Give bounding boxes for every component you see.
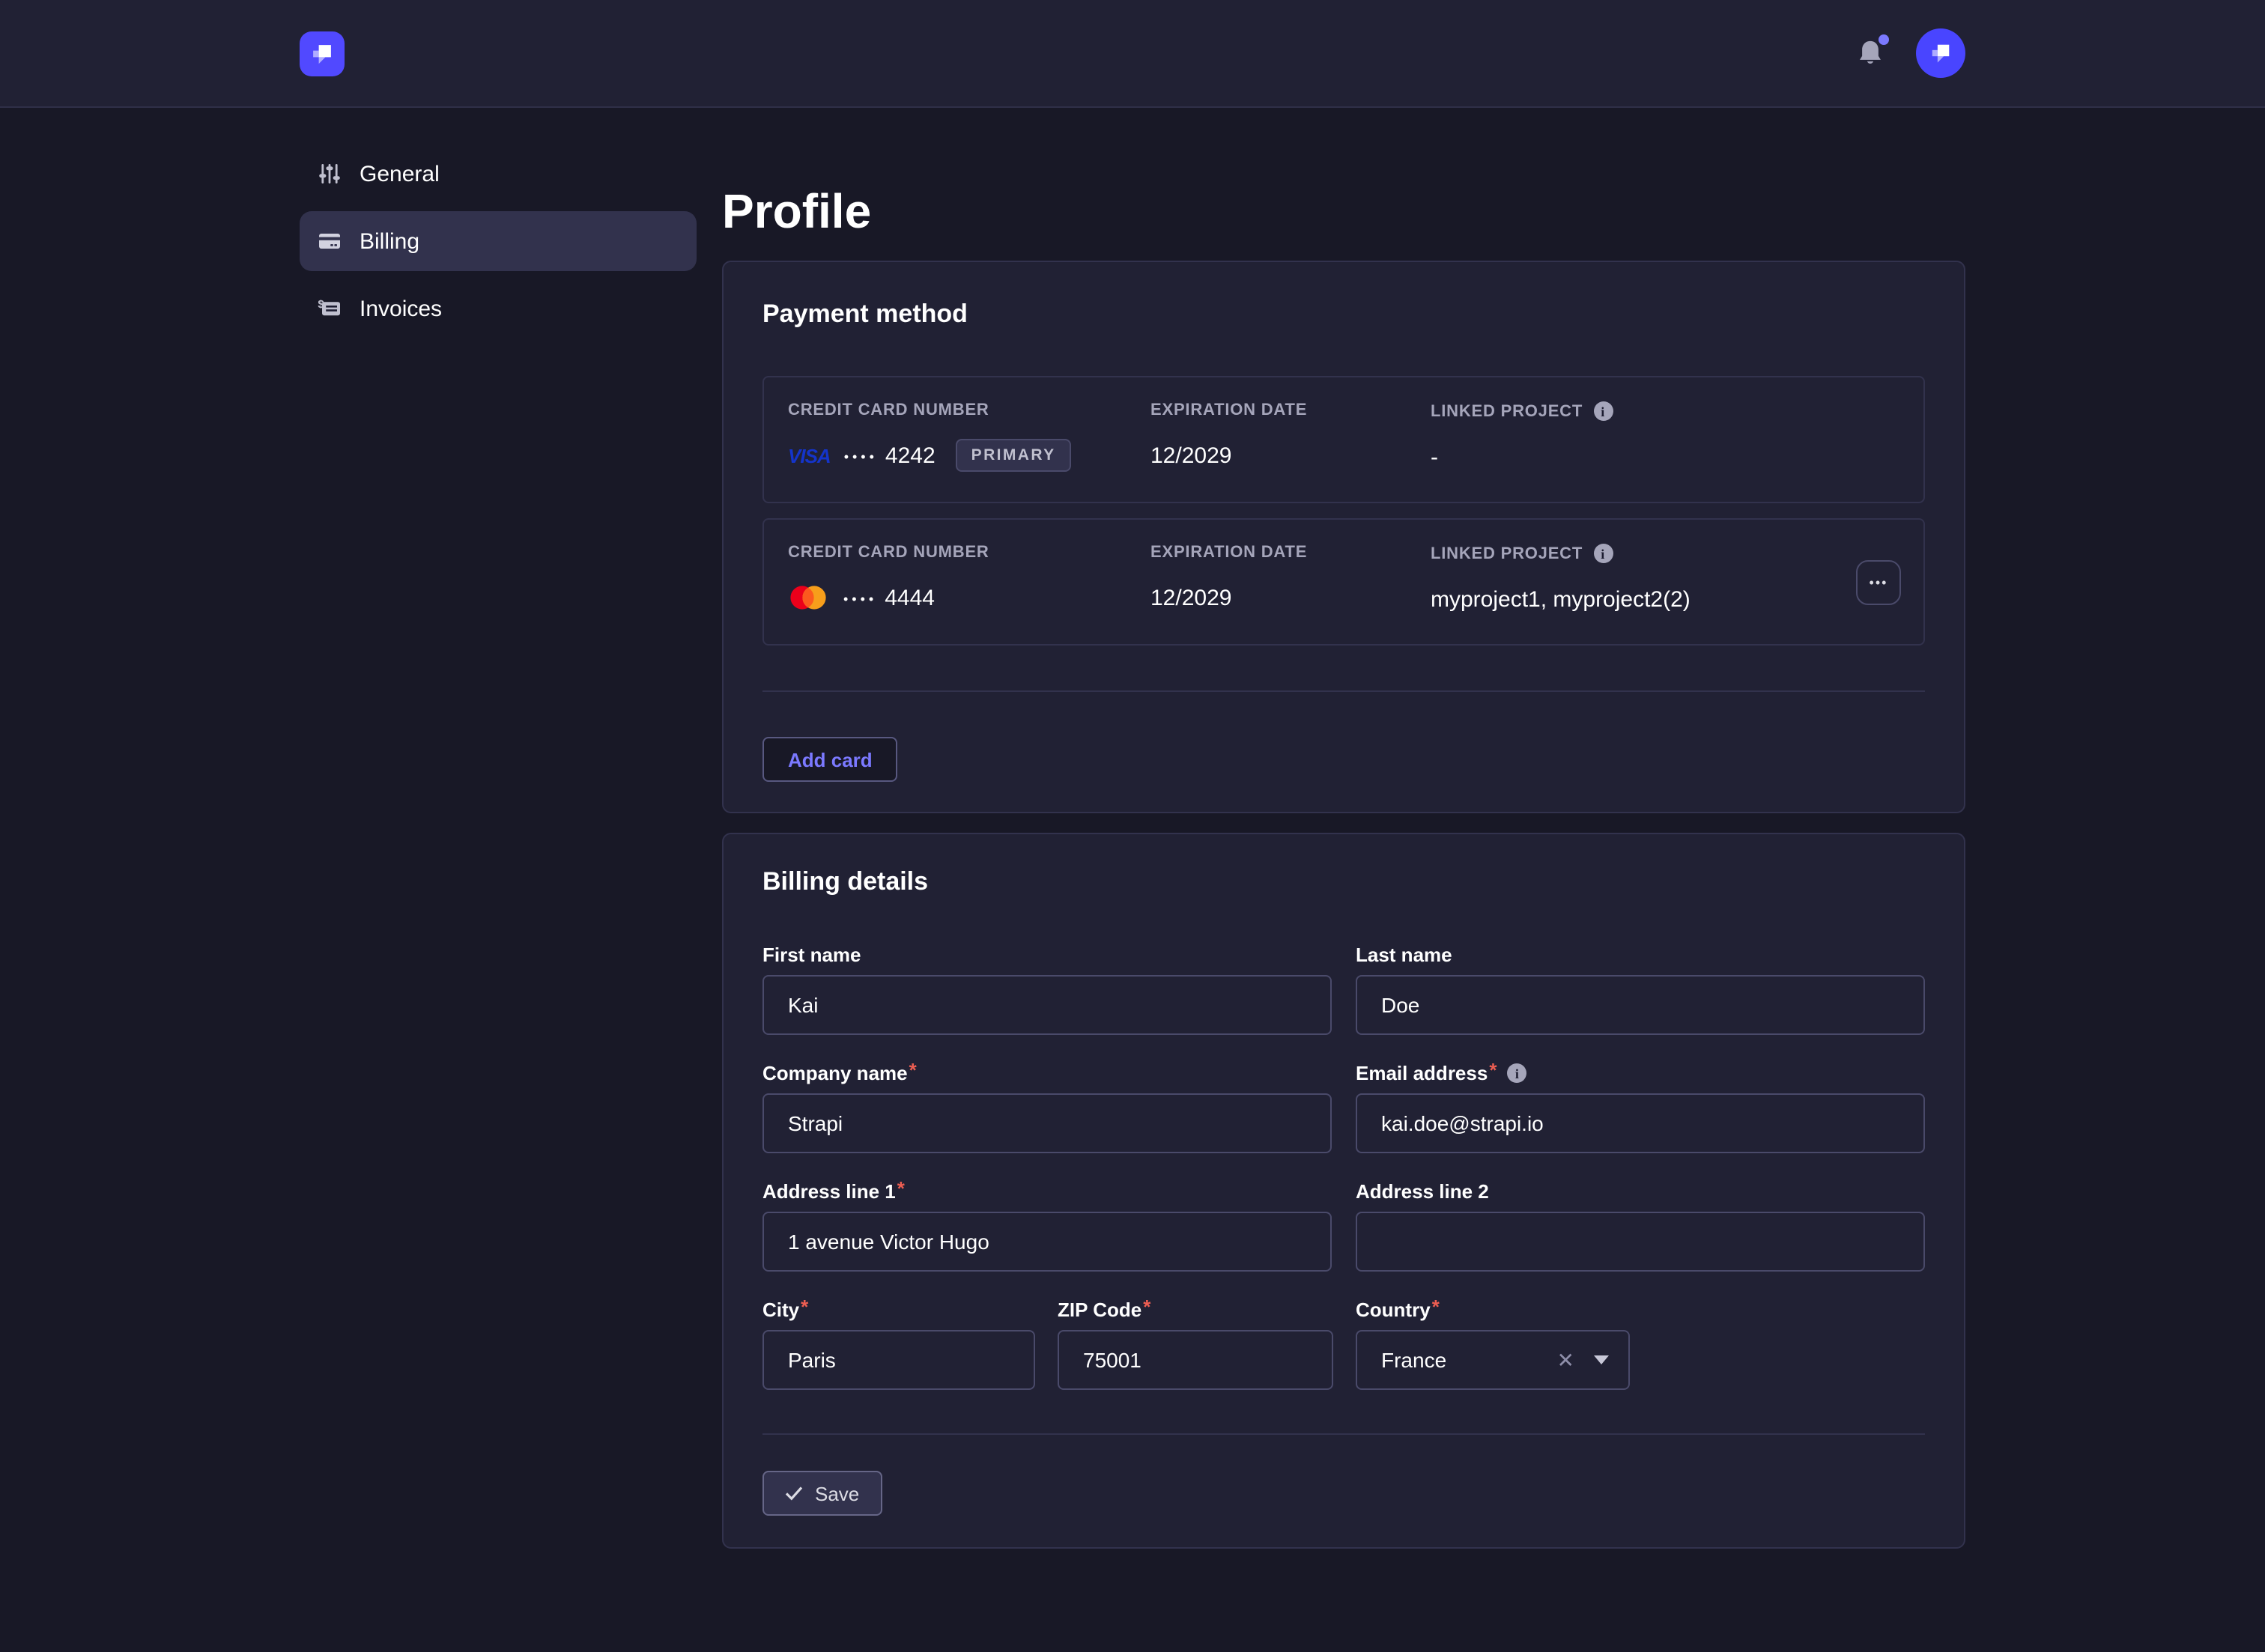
svg-text:$: $ — [318, 298, 324, 311]
check-icon — [785, 1486, 803, 1501]
country-select-value: France — [1381, 1348, 1446, 1372]
add-card-button[interactable]: Add card — [762, 737, 898, 782]
required-asterisk: * — [897, 1177, 905, 1200]
info-icon[interactable]: i — [1593, 401, 1613, 421]
sidebar-item-invoices[interactable]: $ Invoices — [300, 279, 697, 338]
company-name-input[interactable] — [762, 1093, 1332, 1153]
info-icon[interactable]: i — [1593, 544, 1613, 563]
billing-details-title: Billing details — [762, 867, 1925, 897]
sidebar-item-general[interactable]: General — [300, 144, 697, 204]
expiration-date-value: 12/2029 — [1150, 439, 1431, 472]
city-label: City* — [762, 1299, 1035, 1321]
address-line-2-input[interactable] — [1356, 1212, 1925, 1272]
user-avatar[interactable] — [1916, 28, 1965, 78]
card-last4: 4242 — [885, 443, 936, 468]
visa-logo: VISA — [788, 444, 831, 467]
payment-method-title: Payment method — [762, 300, 1925, 330]
sliders-icon — [318, 162, 342, 186]
last-name-input[interactable] — [1356, 975, 1925, 1035]
billing-details-form: First name Last name Company name* — [762, 944, 1925, 1390]
credit-card-icon — [318, 229, 342, 253]
city-input[interactable] — [762, 1330, 1035, 1390]
app-window: General Billing — [0, 0, 2265, 1652]
linked-project-value: myproject1, myproject2(2) — [1431, 583, 1899, 616]
expiration-date-label: EXPIRATION DATE — [1150, 544, 1431, 562]
linked-project-label: LINKED PROJECT i — [1431, 544, 1899, 563]
address-line-1-input[interactable] — [762, 1212, 1332, 1272]
linked-project-label: LINKED PROJECT i — [1431, 401, 1899, 421]
last-name-label: Last name — [1356, 944, 1925, 966]
first-name-label: First name — [762, 944, 1332, 966]
top-navigation-bar — [0, 0, 2265, 108]
credit-card-row-mastercard: CREDIT CARD NUMBER •••• — [762, 518, 1925, 646]
save-button[interactable]: Save — [762, 1471, 882, 1516]
strapi-avatar-icon — [1926, 39, 1955, 67]
divider — [762, 1433, 1925, 1435]
strapi-logo-button[interactable] — [300, 31, 345, 76]
required-asterisk: * — [801, 1296, 808, 1318]
card-actions-menu-button[interactable]: ••• — [1856, 559, 1901, 604]
required-asterisk: * — [909, 1059, 917, 1081]
payment-method-section: Payment method CREDIT CARD NUMBER VISA •… — [722, 261, 1965, 813]
country-select[interactable]: France ✕ — [1356, 1330, 1630, 1390]
expiration-date-value: 12/2029 — [1150, 581, 1431, 614]
ellipsis-icon: ••• — [1870, 574, 1888, 589]
main-content: Profile Payment method CREDIT CARD NUMBE… — [722, 144, 1965, 1549]
email-address-label: Email address* i — [1356, 1062, 1925, 1084]
company-name-label: Company name* — [762, 1062, 1332, 1084]
mastercard-logo — [788, 584, 828, 611]
credit-card-number-label: CREDIT CARD NUMBER — [788, 544, 1150, 562]
sidebar-item-label: Invoices — [360, 296, 442, 321]
sidebar-item-billing[interactable]: Billing — [300, 211, 697, 271]
divider — [762, 690, 1925, 692]
sidebar-item-label: General — [360, 161, 440, 186]
card-last4: 4444 — [885, 585, 935, 610]
zip-code-input[interactable] — [1058, 1330, 1333, 1390]
masked-digits: •••• — [844, 449, 878, 464]
country-label: Country* — [1356, 1299, 1630, 1321]
required-asterisk: * — [1432, 1296, 1440, 1318]
sidebar-item-label: Billing — [360, 228, 419, 254]
expiration-date-label: EXPIRATION DATE — [1150, 401, 1431, 419]
address-line-1-label: Address line 1* — [762, 1180, 1332, 1203]
required-asterisk: * — [1489, 1059, 1497, 1081]
notification-dot — [1879, 34, 1889, 45]
chevron-down-icon[interactable] — [1594, 1355, 1609, 1364]
required-asterisk: * — [1143, 1296, 1150, 1318]
strapi-logo-icon — [307, 38, 337, 68]
address-line-2-label: Address line 2 — [1356, 1180, 1925, 1203]
email-address-input[interactable] — [1356, 1093, 1925, 1153]
notifications-button[interactable] — [1858, 39, 1883, 67]
credit-card-row-visa: CREDIT CARD NUMBER VISA •••• 4242 PRIMAR… — [762, 376, 1925, 503]
credit-card-number-label: CREDIT CARD NUMBER — [788, 401, 1150, 419]
invoice-icon: $ — [318, 297, 342, 321]
clear-icon[interactable]: ✕ — [1557, 1349, 1574, 1370]
primary-badge: PRIMARY — [956, 439, 1071, 472]
info-icon[interactable]: i — [1507, 1063, 1526, 1083]
zip-code-label: ZIP Code* — [1058, 1299, 1333, 1321]
page-title: Profile — [722, 180, 1965, 243]
first-name-input[interactable] — [762, 975, 1332, 1035]
masked-digits: •••• — [843, 592, 877, 607]
billing-details-section: Billing details First name Last name — [722, 833, 1965, 1549]
linked-project-value: - — [1431, 440, 1899, 473]
settings-sidebar: General Billing — [300, 144, 697, 346]
